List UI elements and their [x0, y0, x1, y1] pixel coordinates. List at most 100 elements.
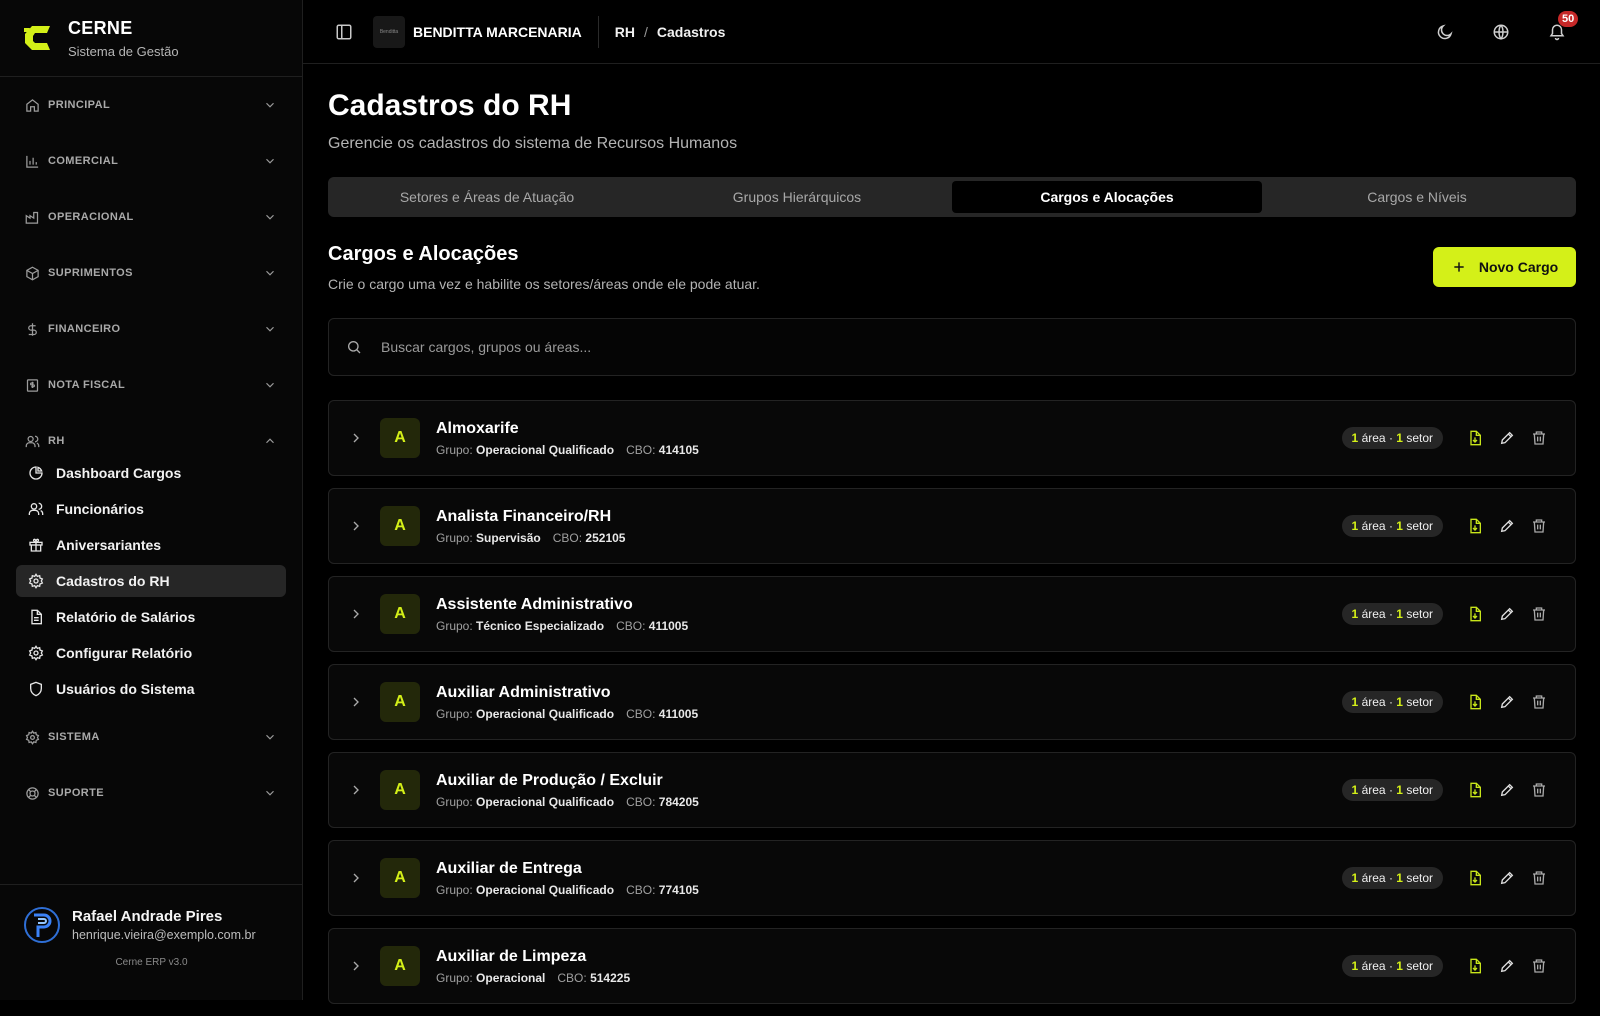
file-download-icon[interactable]	[1467, 606, 1483, 622]
cargo-meta: Grupo: Operacional Qualificado CBO: 77410…	[436, 883, 699, 897]
file-download-icon[interactable]	[1467, 870, 1483, 886]
cargo-initial: A	[380, 418, 420, 458]
sidebar-item-usuarios-sistema[interactable]: Usuários do Sistema	[16, 673, 286, 705]
file-download-icon[interactable]	[1467, 782, 1483, 798]
sidebar-section-financeiro[interactable]: FINANCEIRO	[16, 301, 286, 357]
new-cargo-button[interactable]: Novo Cargo	[1433, 247, 1576, 287]
brand-name: CERNE	[68, 17, 133, 38]
cargo-meta: Grupo: Supervisão CBO: 252105	[436, 531, 625, 545]
tab-grupos-hierarquicos[interactable]: Grupos Hierárquicos	[642, 181, 952, 213]
sidebar-section-label: OPERACIONAL	[48, 211, 134, 223]
chevron-right-icon[interactable]	[348, 606, 364, 622]
company-name[interactable]: BENDITTA MARCENARIA	[413, 24, 582, 40]
row-actions	[1451, 606, 1547, 622]
chevron-right-icon[interactable]	[348, 518, 364, 534]
pencil-icon[interactable]	[1499, 958, 1515, 974]
setor-label: setor	[1406, 959, 1433, 973]
area-label: área	[1361, 607, 1386, 621]
file-download-icon[interactable]	[1467, 430, 1483, 446]
breadcrumb-item-cadastros: Cadastros	[656, 23, 726, 40]
file-download-icon[interactable]	[1467, 958, 1483, 974]
globe-icon[interactable]	[1492, 23, 1510, 41]
tab-cargos-alocacoes[interactable]: Cargos e Alocações	[952, 181, 1262, 213]
chevron-right-icon[interactable]	[348, 958, 364, 974]
chevron-down-icon	[266, 382, 274, 388]
sidebar-item-label: Dashboard Cargos	[56, 465, 182, 481]
pencil-icon[interactable]	[1499, 606, 1515, 622]
cargo-row[interactable]: A Assistente Administrativo Grupo: Técni…	[328, 576, 1576, 652]
pencil-icon[interactable]	[1499, 782, 1515, 798]
cargo-cbo: 514225	[590, 970, 631, 985]
cargo-meta: Grupo: Operacional Qualificado CBO: 41410…	[436, 443, 699, 457]
setor-count: 1	[1396, 431, 1403, 445]
lifebuoy-icon	[26, 786, 39, 800]
sidebar-section-sistema[interactable]: SISTEMA	[16, 709, 286, 765]
sidebar-section-comercial[interactable]: COMERCIAL	[16, 133, 286, 189]
sidebar-item-funcionarios[interactable]: Funcionários	[16, 493, 286, 525]
pencil-icon[interactable]	[1499, 870, 1515, 886]
chevron-right-icon[interactable]	[348, 694, 364, 710]
sidebar-item-relatorio-salarios[interactable]: Relatório de Salários	[16, 601, 286, 633]
cargo-list: A Almoxarife Grupo: Operacional Qualific…	[328, 400, 1576, 1004]
dot-separator: ·	[1388, 783, 1393, 797]
pencil-icon[interactable]	[1499, 518, 1515, 534]
file-download-icon[interactable]	[1467, 518, 1483, 534]
chevron-right-icon[interactable]	[348, 782, 364, 798]
cbo-label: CBO:	[557, 970, 587, 985]
cargo-row[interactable]: A Auxiliar de Entrega Grupo: Operacional…	[328, 840, 1576, 916]
breadcrumb-item-rh[interactable]: RH	[615, 24, 635, 40]
trash-icon[interactable]	[1531, 518, 1547, 534]
rh-submenu: Dashboard Cargos Funcionários Aniversari…	[16, 457, 286, 705]
tab-cargos-niveis[interactable]: Cargos e Níveis	[1262, 181, 1572, 213]
file-download-icon[interactable]	[1467, 694, 1483, 710]
cargo-row[interactable]: A Almoxarife Grupo: Operacional Qualific…	[328, 400, 1576, 476]
area-label: área	[1361, 871, 1386, 885]
sidebar-item-configurar-relatorio[interactable]: Configurar Relatório	[16, 637, 286, 669]
sidebar-section-operacional[interactable]: OPERACIONAL	[16, 189, 286, 245]
brand[interactable]: CERNE Sistema de Gestão	[0, 0, 302, 77]
cargo-initial: A	[380, 682, 420, 722]
search-input[interactable]	[381, 339, 1575, 355]
cargo-cbo: 252105	[585, 530, 626, 545]
sidebar-item-cadastros-rh[interactable]: Cadastros do RH	[16, 565, 286, 597]
cargo-row[interactable]: A Analista Financeiro/RH Grupo: Supervis…	[328, 488, 1576, 564]
sidebar-section-label: PRINCIPAL	[48, 99, 111, 111]
pencil-icon[interactable]	[1499, 694, 1515, 710]
trash-icon[interactable]	[1531, 694, 1547, 710]
cargo-row[interactable]: A Auxiliar de Limpeza Grupo: Operacional…	[328, 928, 1576, 1004]
sidebar-item-dashboard-cargos[interactable]: Dashboard Cargos	[16, 457, 286, 489]
notifications-button[interactable]: 50	[1548, 10, 1579, 41]
sidebar-toggle-icon[interactable]	[335, 23, 353, 41]
setor-label: setor	[1406, 871, 1433, 885]
user-profile[interactable]: Rafael Andrade Pires henrique.vieira@exe…	[0, 885, 303, 943]
gear-icon	[25, 729, 40, 745]
cargo-meta: Grupo: Operacional Qualificado CBO: 78420…	[436, 795, 699, 809]
sidebar-section-label: FINANCEIRO	[48, 323, 121, 335]
tabs: Setores e Áreas de Atuação Grupos Hierár…	[328, 177, 1576, 217]
tab-setores-areas[interactable]: Setores e Áreas de Atuação	[332, 181, 642, 213]
cargo-initial: A	[380, 770, 420, 810]
sidebar-section-suprimentos[interactable]: SUPRIMENTOS	[16, 245, 286, 301]
moon-icon[interactable]	[1436, 23, 1454, 41]
trash-icon[interactable]	[1531, 430, 1547, 446]
cargo-initial: A	[380, 946, 420, 986]
cargo-row[interactable]: A Auxiliar de Produção / Excluir Grupo: …	[328, 752, 1576, 828]
area-count: 1	[1351, 959, 1359, 973]
sidebar-section-label: SISTEMA	[48, 731, 100, 743]
row-actions	[1451, 430, 1547, 446]
plus-icon	[1454, 262, 1464, 272]
chevron-right-icon[interactable]	[348, 870, 364, 886]
trash-icon[interactable]	[1531, 870, 1547, 886]
cargo-row[interactable]: A Auxiliar Administrativo Grupo: Operaci…	[328, 664, 1576, 740]
pencil-icon[interactable]	[1499, 430, 1515, 446]
sidebar-section-suporte[interactable]: SUPORTE	[16, 765, 286, 821]
sidebar-section-nota-fiscal[interactable]: NOTA FISCAL	[16, 357, 286, 413]
sidebar-section-principal[interactable]: PRINCIPAL	[16, 77, 286, 133]
trash-icon[interactable]	[1531, 958, 1547, 974]
trash-icon[interactable]	[1531, 782, 1547, 798]
sidebar-item-label: Configurar Relatório	[56, 645, 193, 661]
chevron-right-icon[interactable]	[348, 430, 364, 446]
trash-icon[interactable]	[1531, 606, 1547, 622]
dot-separator: ·	[1388, 519, 1393, 533]
sidebar-item-aniversariantes[interactable]: Aniversariantes	[16, 529, 286, 561]
